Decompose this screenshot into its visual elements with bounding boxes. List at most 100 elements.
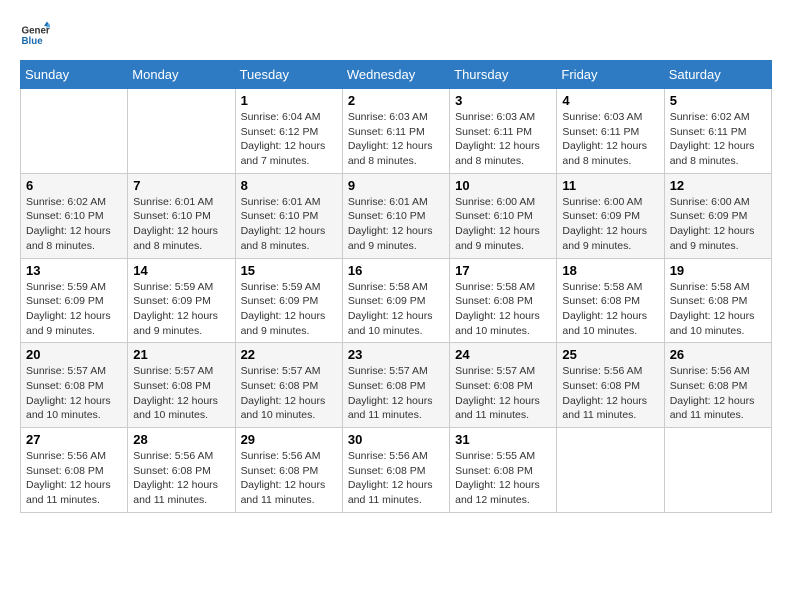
calendar-cell: 13 Sunrise: 5:59 AMSunset: 6:09 PMDaylig… xyxy=(21,258,128,343)
calendar-cell: 1 Sunrise: 6:04 AMSunset: 6:12 PMDayligh… xyxy=(235,89,342,174)
calendar-day-header: Saturday xyxy=(664,61,771,89)
day-number: 26 xyxy=(670,347,766,362)
calendar-cell: 21 Sunrise: 5:57 AMSunset: 6:08 PMDaylig… xyxy=(128,343,235,428)
calendar-day-header: Sunday xyxy=(21,61,128,89)
calendar-cell: 16 Sunrise: 5:58 AMSunset: 6:09 PMDaylig… xyxy=(342,258,449,343)
day-info: Sunrise: 5:57 AMSunset: 6:08 PMDaylight:… xyxy=(455,364,551,423)
day-number: 16 xyxy=(348,263,444,278)
page-header: General Blue xyxy=(20,20,772,50)
day-info: Sunrise: 6:01 AMSunset: 6:10 PMDaylight:… xyxy=(348,195,444,254)
day-info: Sunrise: 6:00 AMSunset: 6:09 PMDaylight:… xyxy=(562,195,658,254)
day-info: Sunrise: 5:56 AMSunset: 6:08 PMDaylight:… xyxy=(26,449,122,508)
day-number: 24 xyxy=(455,347,551,362)
calendar-day-header: Friday xyxy=(557,61,664,89)
day-number: 5 xyxy=(670,93,766,108)
calendar-cell: 15 Sunrise: 5:59 AMSunset: 6:09 PMDaylig… xyxy=(235,258,342,343)
day-info: Sunrise: 5:59 AMSunset: 6:09 PMDaylight:… xyxy=(133,280,229,339)
day-number: 1 xyxy=(241,93,337,108)
day-number: 13 xyxy=(26,263,122,278)
day-number: 28 xyxy=(133,432,229,447)
calendar-header-row: SundayMondayTuesdayWednesdayThursdayFrid… xyxy=(21,61,772,89)
calendar-day-header: Tuesday xyxy=(235,61,342,89)
day-info: Sunrise: 6:03 AMSunset: 6:11 PMDaylight:… xyxy=(562,110,658,169)
day-info: Sunrise: 6:04 AMSunset: 6:12 PMDaylight:… xyxy=(241,110,337,169)
calendar-week-row: 1 Sunrise: 6:04 AMSunset: 6:12 PMDayligh… xyxy=(21,89,772,174)
calendar-cell xyxy=(664,428,771,513)
day-info: Sunrise: 5:57 AMSunset: 6:08 PMDaylight:… xyxy=(348,364,444,423)
day-number: 8 xyxy=(241,178,337,193)
day-number: 11 xyxy=(562,178,658,193)
day-number: 22 xyxy=(241,347,337,362)
day-number: 27 xyxy=(26,432,122,447)
calendar-cell: 27 Sunrise: 5:56 AMSunset: 6:08 PMDaylig… xyxy=(21,428,128,513)
calendar-cell: 14 Sunrise: 5:59 AMSunset: 6:09 PMDaylig… xyxy=(128,258,235,343)
calendar-cell xyxy=(21,89,128,174)
day-number: 30 xyxy=(348,432,444,447)
day-info: Sunrise: 5:58 AMSunset: 6:08 PMDaylight:… xyxy=(562,280,658,339)
day-number: 2 xyxy=(348,93,444,108)
calendar-week-row: 20 Sunrise: 5:57 AMSunset: 6:08 PMDaylig… xyxy=(21,343,772,428)
day-info: Sunrise: 5:59 AMSunset: 6:09 PMDaylight:… xyxy=(241,280,337,339)
day-info: Sunrise: 5:56 AMSunset: 6:08 PMDaylight:… xyxy=(670,364,766,423)
day-number: 7 xyxy=(133,178,229,193)
calendar-cell: 30 Sunrise: 5:56 AMSunset: 6:08 PMDaylig… xyxy=(342,428,449,513)
day-info: Sunrise: 6:03 AMSunset: 6:11 PMDaylight:… xyxy=(455,110,551,169)
day-info: Sunrise: 5:57 AMSunset: 6:08 PMDaylight:… xyxy=(26,364,122,423)
day-info: Sunrise: 5:55 AMSunset: 6:08 PMDaylight:… xyxy=(455,449,551,508)
calendar-cell xyxy=(128,89,235,174)
day-number: 19 xyxy=(670,263,766,278)
calendar-cell: 6 Sunrise: 6:02 AMSunset: 6:10 PMDayligh… xyxy=(21,173,128,258)
calendar-day-header: Monday xyxy=(128,61,235,89)
calendar-cell: 20 Sunrise: 5:57 AMSunset: 6:08 PMDaylig… xyxy=(21,343,128,428)
day-info: Sunrise: 6:01 AMSunset: 6:10 PMDaylight:… xyxy=(133,195,229,254)
calendar-cell: 5 Sunrise: 6:02 AMSunset: 6:11 PMDayligh… xyxy=(664,89,771,174)
calendar-cell: 24 Sunrise: 5:57 AMSunset: 6:08 PMDaylig… xyxy=(450,343,557,428)
calendar-cell: 9 Sunrise: 6:01 AMSunset: 6:10 PMDayligh… xyxy=(342,173,449,258)
day-number: 20 xyxy=(26,347,122,362)
day-number: 4 xyxy=(562,93,658,108)
day-number: 14 xyxy=(133,263,229,278)
calendar-cell: 22 Sunrise: 5:57 AMSunset: 6:08 PMDaylig… xyxy=(235,343,342,428)
calendar-day-header: Thursday xyxy=(450,61,557,89)
day-info: Sunrise: 5:56 AMSunset: 6:08 PMDaylight:… xyxy=(133,449,229,508)
calendar-cell: 3 Sunrise: 6:03 AMSunset: 6:11 PMDayligh… xyxy=(450,89,557,174)
calendar-cell: 29 Sunrise: 5:56 AMSunset: 6:08 PMDaylig… xyxy=(235,428,342,513)
calendar-cell: 10 Sunrise: 6:00 AMSunset: 6:10 PMDaylig… xyxy=(450,173,557,258)
calendar-cell: 12 Sunrise: 6:00 AMSunset: 6:09 PMDaylig… xyxy=(664,173,771,258)
calendar-cell: 26 Sunrise: 5:56 AMSunset: 6:08 PMDaylig… xyxy=(664,343,771,428)
calendar-cell: 17 Sunrise: 5:58 AMSunset: 6:08 PMDaylig… xyxy=(450,258,557,343)
day-number: 3 xyxy=(455,93,551,108)
calendar-table: SundayMondayTuesdayWednesdayThursdayFrid… xyxy=(20,60,772,513)
day-number: 31 xyxy=(455,432,551,447)
logo-icon: General Blue xyxy=(20,20,50,50)
calendar-cell: 28 Sunrise: 5:56 AMSunset: 6:08 PMDaylig… xyxy=(128,428,235,513)
day-number: 12 xyxy=(670,178,766,193)
day-number: 15 xyxy=(241,263,337,278)
day-number: 21 xyxy=(133,347,229,362)
day-number: 10 xyxy=(455,178,551,193)
svg-text:Blue: Blue xyxy=(22,36,44,47)
day-info: Sunrise: 5:58 AMSunset: 6:09 PMDaylight:… xyxy=(348,280,444,339)
calendar-cell: 4 Sunrise: 6:03 AMSunset: 6:11 PMDayligh… xyxy=(557,89,664,174)
day-info: Sunrise: 5:56 AMSunset: 6:08 PMDaylight:… xyxy=(562,364,658,423)
calendar-cell: 8 Sunrise: 6:01 AMSunset: 6:10 PMDayligh… xyxy=(235,173,342,258)
calendar-cell: 18 Sunrise: 5:58 AMSunset: 6:08 PMDaylig… xyxy=(557,258,664,343)
day-number: 18 xyxy=(562,263,658,278)
calendar-cell: 25 Sunrise: 5:56 AMSunset: 6:08 PMDaylig… xyxy=(557,343,664,428)
day-info: Sunrise: 5:57 AMSunset: 6:08 PMDaylight:… xyxy=(133,364,229,423)
calendar-cell: 31 Sunrise: 5:55 AMSunset: 6:08 PMDaylig… xyxy=(450,428,557,513)
day-info: Sunrise: 5:58 AMSunset: 6:08 PMDaylight:… xyxy=(455,280,551,339)
calendar-week-row: 13 Sunrise: 5:59 AMSunset: 6:09 PMDaylig… xyxy=(21,258,772,343)
day-info: Sunrise: 6:01 AMSunset: 6:10 PMDaylight:… xyxy=(241,195,337,254)
calendar-cell: 11 Sunrise: 6:00 AMSunset: 6:09 PMDaylig… xyxy=(557,173,664,258)
calendar-cell: 23 Sunrise: 5:57 AMSunset: 6:08 PMDaylig… xyxy=(342,343,449,428)
day-number: 17 xyxy=(455,263,551,278)
day-number: 29 xyxy=(241,432,337,447)
calendar-day-header: Wednesday xyxy=(342,61,449,89)
day-info: Sunrise: 6:03 AMSunset: 6:11 PMDaylight:… xyxy=(348,110,444,169)
day-info: Sunrise: 5:56 AMSunset: 6:08 PMDaylight:… xyxy=(348,449,444,508)
day-number: 9 xyxy=(348,178,444,193)
day-info: Sunrise: 5:59 AMSunset: 6:09 PMDaylight:… xyxy=(26,280,122,339)
day-info: Sunrise: 6:00 AMSunset: 6:10 PMDaylight:… xyxy=(455,195,551,254)
logo: General Blue xyxy=(20,20,50,50)
